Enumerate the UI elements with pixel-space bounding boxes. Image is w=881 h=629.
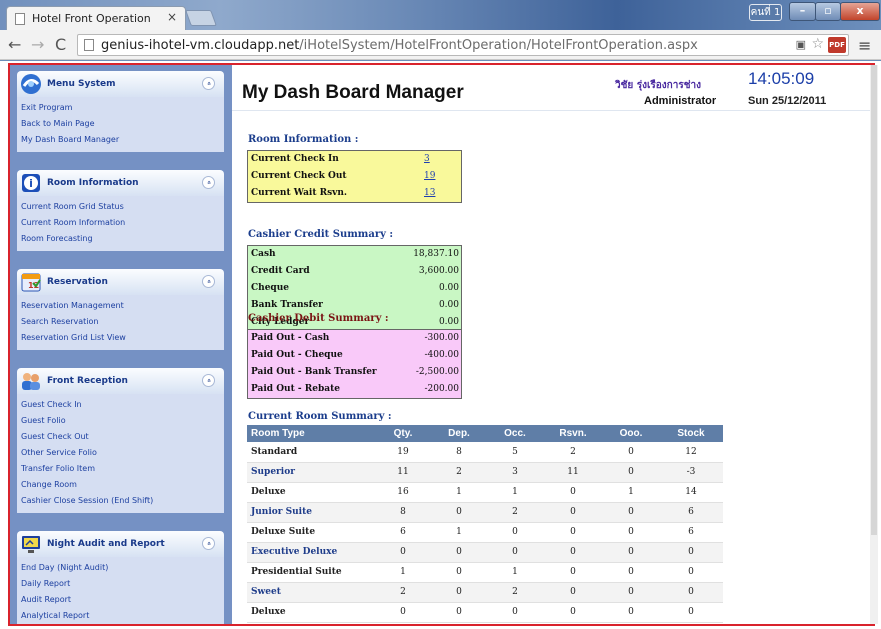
browser-tab[interactable]: Hotel Front Operation × [6,6,186,30]
browser-window: Hotel Front Operation × คนที่ 1 – ▫ x ← … [0,0,881,629]
page-icon [15,13,25,25]
close-window-button[interactable]: x [840,2,880,21]
forward-arrow-icon[interactable]: → [31,35,44,54]
browser-toolbar: ← → C genius-ihotel-vm.cloudapp.net/iHot… [0,30,881,60]
reload-icon[interactable]: C [55,35,66,54]
url-path: /iHotelSystem/HotelFrontOperation/HotelF… [299,38,698,53]
tab-title: Hotel Front Operation [32,12,151,25]
address-bar[interactable]: genius-ihotel-vm.cloudapp.net/iHotelSyst… [77,34,849,56]
highlight-frame [8,63,875,626]
maximize-button[interactable]: ▫ [815,2,841,21]
browser-menu-icon[interactable]: ≡ [858,36,871,55]
minimize-button[interactable]: – [789,2,816,21]
profile-badge[interactable]: คนที่ 1 [749,4,782,21]
pdf-extension-icon[interactable]: PDF [828,37,846,53]
url-text[interactable]: genius-ihotel-vm.cloudapp.net/iHotelSyst… [101,38,698,53]
scroll-thumb[interactable] [871,65,877,535]
translate-icon[interactable]: ▣ [796,38,806,51]
bookmark-star-icon[interactable]: ☆ [811,36,824,52]
tab-close-button[interactable]: × [167,10,177,24]
url-host: genius-ihotel-vm.cloudapp.net [101,38,300,53]
new-tab-button[interactable] [185,10,217,26]
page-viewport: Menu System «Exit Program Back to Main Pag… [0,61,881,629]
page-icon [84,39,94,51]
title-bar: Hotel Front Operation × คนที่ 1 – ▫ x [0,0,881,30]
back-arrow-icon[interactable]: ← [8,35,21,54]
vertical-scrollbar[interactable] [870,65,878,624]
